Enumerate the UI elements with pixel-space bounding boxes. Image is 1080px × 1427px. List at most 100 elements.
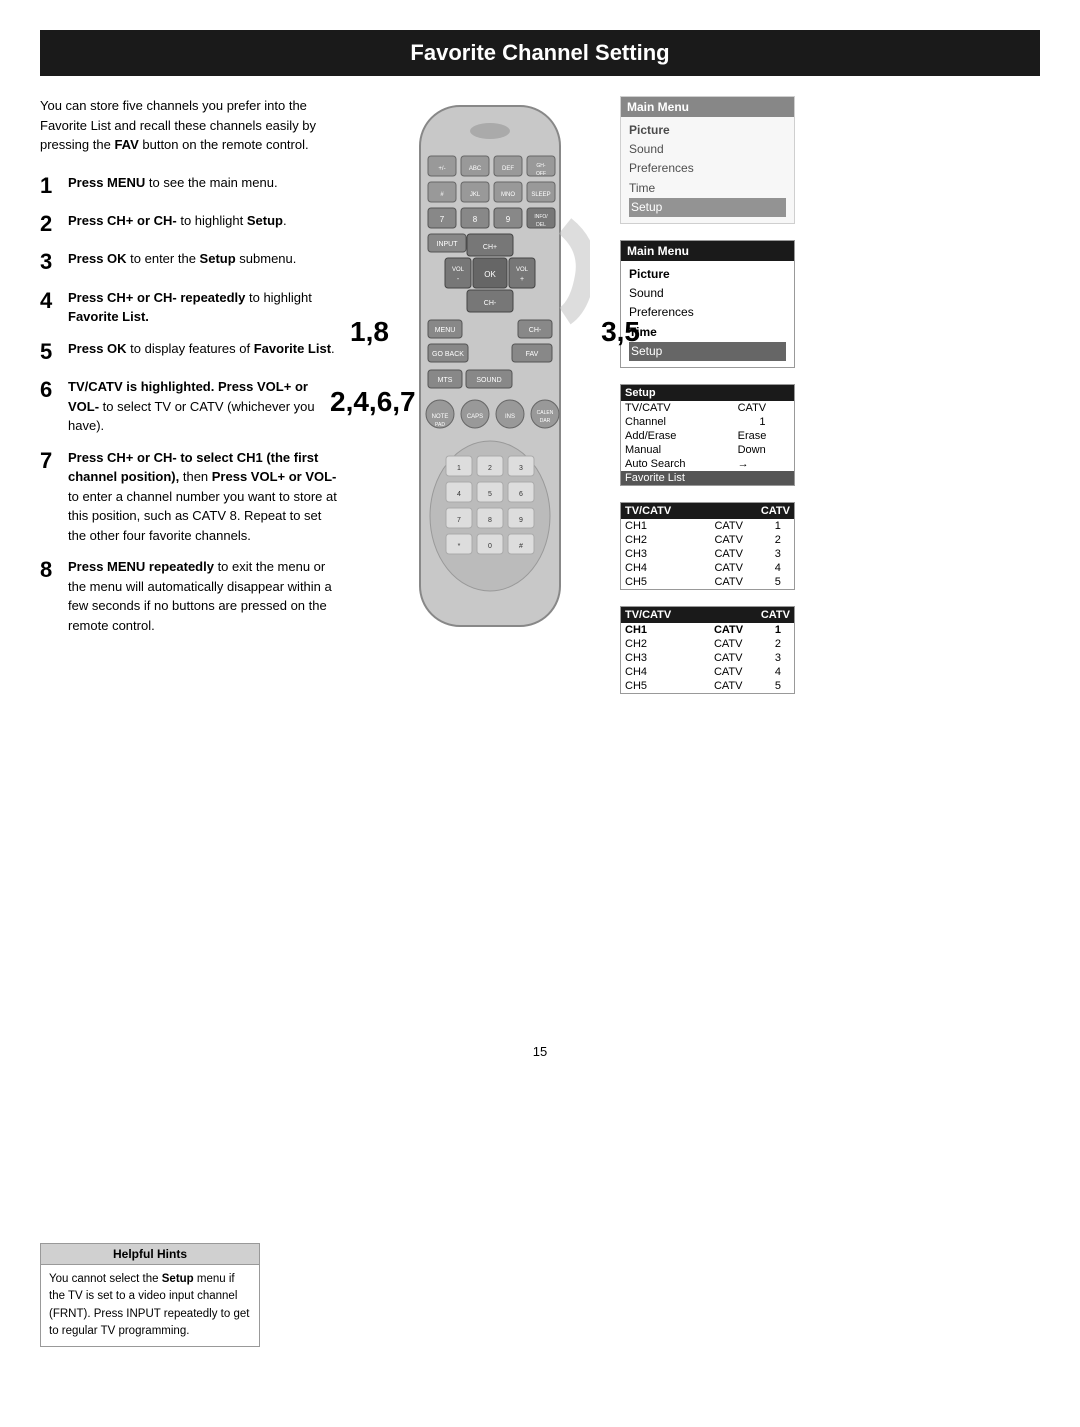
setup-row-manual: Manual Down	[621, 443, 794, 457]
ch3-num-2: 3	[771, 651, 794, 665]
step-number-3: 3	[40, 249, 60, 275]
step-7: 7 Press CH+ or CH- to select CH1 (the fi…	[40, 448, 340, 546]
step-text-5: Press OK to display features of Favorite…	[68, 339, 335, 359]
setup-cell-autosearch-val: →	[734, 457, 794, 471]
svg-text:*: *	[458, 543, 461, 550]
setup-table: Setup TV/CATV CATV Channel 1 Add/Erase E…	[621, 385, 794, 485]
setup-cell-tvcatv-label: TV/CATV	[621, 401, 734, 415]
main-menu-small-header: Main Menu	[621, 241, 794, 261]
ch3-row-1: CH3 CATV 3	[621, 547, 794, 561]
step-number-6: 6	[40, 377, 60, 403]
step-1: 1 Press MENU to see the main menu.	[40, 173, 340, 199]
svg-text:9: 9	[506, 215, 511, 224]
svg-text:INFO/: INFO/	[534, 214, 548, 220]
menu-item-sound-large: Sound	[629, 140, 786, 159]
svg-text:INPUT: INPUT	[437, 241, 459, 248]
ch-header-tvcatv-2: TV/CATV	[621, 607, 710, 623]
ch3-label-2: CH3	[621, 651, 710, 665]
helpful-hints-header: Helpful Hints	[41, 1244, 259, 1265]
ch5-type-2: CATV	[710, 679, 771, 693]
remote-wrapper: 1,8 3,5 2,4,6,7 +/- ABC DEF GH- OFF	[360, 96, 600, 659]
menu-item-picture-small: Picture	[629, 265, 786, 284]
ch4-row-2: CH4 CATV 4	[621, 665, 794, 679]
svg-text:7: 7	[440, 215, 445, 224]
svg-text:VOL: VOL	[516, 267, 529, 273]
ch2-type-1: CATV	[710, 533, 770, 547]
ch4-label-2: CH4	[621, 665, 710, 679]
svg-text:MENU: MENU	[435, 327, 456, 334]
helpful-hints-body: You cannot select the Setup menu if the …	[41, 1265, 259, 1346]
step-text-3: Press OK to enter the Setup submenu.	[68, 249, 296, 269]
ch-list-2: TV/CATV CATV CH1 CATV 1 CH2 CATV 2 CH3 C…	[620, 606, 795, 694]
svg-text:DAR: DAR	[540, 418, 551, 424]
step-text-1: Press MENU to see the main menu.	[68, 173, 278, 193]
svg-text:JKL: JKL	[470, 192, 481, 198]
menu-screenshot-wrapper-1: Main Menu Picture Sound Preferences Time…	[620, 96, 820, 224]
setup-cell-favlist: Favorite List	[621, 471, 794, 485]
menu-item-time-small: Time	[629, 323, 786, 342]
svg-text:DEF: DEF	[502, 166, 514, 172]
step-number-2: 2	[40, 211, 60, 237]
svg-text:5: 5	[488, 491, 492, 498]
svg-text:CH-: CH-	[484, 300, 497, 307]
ch2-label-1: CH2	[621, 533, 710, 547]
menu-item-setup-small: Setup	[629, 342, 786, 361]
step-overlay-18: 1,8	[350, 316, 389, 348]
svg-text:CALEN: CALEN	[537, 410, 554, 416]
step-number-8: 8	[40, 557, 60, 583]
ch-header-catv-2: CATV	[710, 607, 794, 623]
ch3-num-1: 3	[771, 547, 794, 561]
svg-text:1: 1	[457, 465, 461, 472]
step-overlay-35: 3,5	[601, 316, 640, 348]
step-number-1: 1	[40, 173, 60, 199]
intro-text: You can store five channels you prefer i…	[40, 96, 340, 155]
setup-header-row: Setup	[621, 385, 794, 401]
ch4-row-1: CH4 CATV 4	[621, 561, 794, 575]
ch4-num-1: 4	[771, 561, 794, 575]
ch3-label-1: CH3	[621, 547, 710, 561]
menu-item-setup-large: Setup	[629, 198, 786, 217]
ch-table-1: TV/CATV CATV CH1 CATV 1 CH2 CATV 2 CH3 C…	[621, 503, 794, 589]
svg-text:GO BACK: GO BACK	[432, 351, 464, 358]
setup-cell-autosearch-label: Auto Search	[621, 457, 734, 471]
svg-text:2: 2	[488, 465, 492, 472]
svg-text:8: 8	[473, 215, 478, 224]
setup-row-adderase: Add/Erase Erase	[621, 429, 794, 443]
svg-text:+: +	[520, 276, 524, 283]
setup-cell-channel-spacer	[734, 415, 756, 429]
svg-text:MTS: MTS	[438, 377, 453, 384]
step-overlay-2467: 2,4,6,7	[330, 386, 416, 418]
step-6: 6 TV/CATV is highlighted. Press VOL+ or …	[40, 377, 340, 436]
ch4-type-1: CATV	[710, 561, 770, 575]
svg-text:4: 4	[457, 491, 461, 498]
step-text-2: Press CH+ or CH- to highlight Setup.	[68, 211, 287, 231]
ch1-type-2: CATV	[710, 623, 771, 637]
ch-header-row-1: TV/CATV CATV	[621, 503, 794, 519]
svg-text:6: 6	[519, 491, 523, 498]
ch5-row-2: CH5 CATV 5	[621, 679, 794, 693]
setup-cell-tvcatv-val: CATV	[734, 401, 794, 415]
svg-text:SLEEP: SLEEP	[531, 192, 550, 198]
menu-item-sound-small: Sound	[629, 284, 786, 303]
svg-text:OFF: OFF	[536, 171, 546, 177]
setup-row-channel: Channel 1	[621, 415, 794, 429]
ch2-label-2: CH2	[621, 637, 710, 651]
step-number-5: 5	[40, 339, 60, 365]
step-text-4: Press CH+ or CH- repeatedly to highlight…	[68, 288, 340, 327]
svg-text:#: #	[519, 543, 523, 550]
setup-cell-adderase-val: Erase	[734, 429, 794, 443]
ch4-type-2: CATV	[710, 665, 771, 679]
ch3-type-2: CATV	[710, 651, 771, 665]
main-menu-small: Main Menu Picture Sound Preferences Time…	[620, 240, 795, 368]
step-8: 8 Press MENU repeatedly to exit the menu…	[40, 557, 340, 635]
remote-svg: +/- ABC DEF GH- OFF # JKL MNO SLEEP	[390, 96, 590, 656]
page-title: Favorite Channel Setting	[40, 30, 1040, 76]
ch1-label-2: CH1	[621, 623, 710, 637]
ch5-label-2: CH5	[621, 679, 710, 693]
ch1-row-1: CH1 CATV 1	[621, 519, 794, 533]
ch5-type-1: CATV	[710, 575, 770, 589]
main-menu-large-body: Picture Sound Preferences Time Setup	[621, 117, 794, 223]
svg-text:GH-: GH-	[536, 163, 546, 169]
svg-text:DEL: DEL	[536, 222, 546, 228]
ch1-row-2: CH1 CATV 1	[621, 623, 794, 637]
